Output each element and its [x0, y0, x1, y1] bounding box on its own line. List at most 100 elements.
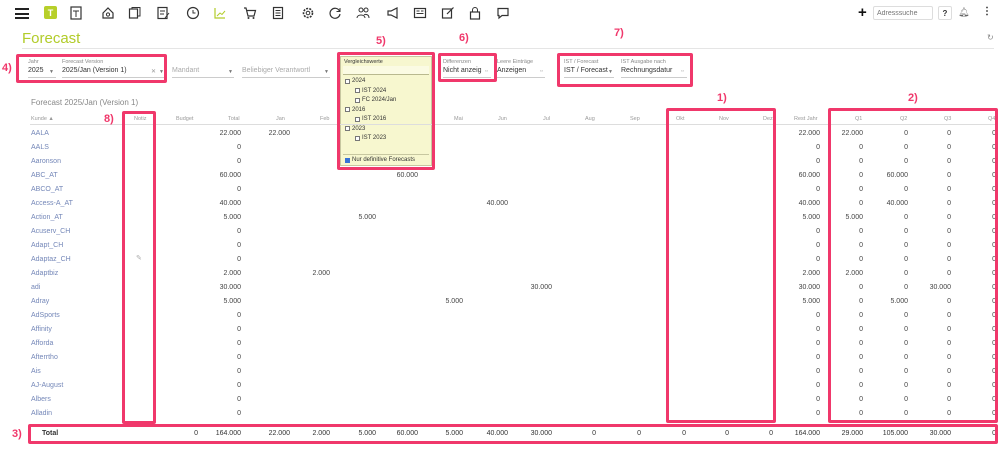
cell-total[interactable]: 60.000 [201, 172, 241, 179]
customer-link[interactable]: Alladin [31, 410, 52, 417]
bell-icon[interactable]: 🔔︎ [958, 7, 969, 18]
cell-total[interactable]: 0 [201, 312, 241, 319]
chart-icon[interactable] [213, 6, 227, 20]
customer-link[interactable]: AALS [31, 144, 49, 151]
help-button[interactable]: ? [938, 6, 952, 20]
customer-link[interactable]: adi [31, 284, 40, 291]
cell-rest[interactable]: 0 [780, 326, 820, 333]
edit-list-icon[interactable] [156, 6, 170, 20]
cell-rest[interactable]: 0 [780, 186, 820, 193]
cell-total[interactable]: 22.000 [201, 130, 241, 137]
cell-total[interactable]: 30.000 [201, 284, 241, 291]
customer-link[interactable]: ABC_AT [31, 172, 58, 179]
column-header-kunde[interactable]: Kunde ▲ [31, 116, 54, 122]
address-search-input[interactable] [873, 6, 933, 20]
cell-total[interactable]: 0 [201, 368, 241, 375]
cell-mai[interactable]: 5.000 [423, 298, 463, 305]
cell-rest[interactable]: 60.000 [780, 172, 820, 179]
cell-total[interactable]: 0 [201, 410, 241, 417]
lock-icon[interactable] [468, 6, 482, 20]
customer-link[interactable]: Action_AT [31, 214, 63, 221]
document-icon[interactable] [69, 6, 83, 20]
annotation-6: 6) [459, 32, 469, 44]
cell-total[interactable]: 0 [201, 144, 241, 151]
cell-rest[interactable]: 5.000 [780, 214, 820, 221]
cell-total[interactable]: 0 [201, 158, 241, 165]
cell-total[interactable]: 40.000 [201, 200, 241, 207]
customer-link[interactable]: Albers [31, 396, 51, 403]
cell-total[interactable]: 0 [201, 340, 241, 347]
cell-total[interactable]: 5.000 [201, 214, 241, 221]
app-logo[interactable]: T [44, 6, 57, 19]
cell-rest[interactable]: 0 [780, 396, 820, 403]
cell-rest[interactable]: 0 [780, 340, 820, 347]
cart-icon[interactable] [243, 6, 257, 20]
cell-total[interactable]: 0 [201, 256, 241, 263]
cell-total[interactable]: 0 [201, 396, 241, 403]
customer-link[interactable]: AJ-August [31, 382, 63, 389]
menu-icon[interactable] [15, 8, 29, 19]
customer-link[interactable]: ABCO_AT [31, 186, 63, 193]
cell-rest[interactable]: 40.000 [780, 200, 820, 207]
customer-link[interactable]: Adaptbiz [31, 270, 58, 277]
cell-total[interactable]: 5.000 [201, 298, 241, 305]
cell-rest[interactable]: 0 [780, 158, 820, 165]
highlight-box-3 [28, 424, 998, 444]
invoice-icon[interactable] [271, 6, 285, 20]
cell-total[interactable]: 0 [201, 186, 241, 193]
newspaper-icon[interactable] [413, 6, 427, 20]
customer-link[interactable]: Ais [31, 368, 41, 375]
cell-mar[interactable]: 5.000 [336, 214, 376, 221]
customer-link[interactable]: AdSports [31, 312, 60, 319]
users-icon[interactable] [356, 6, 370, 20]
customer-link[interactable]: Afforda [31, 340, 53, 347]
copy-icon[interactable] [128, 6, 142, 20]
cell-jan[interactable]: 22.000 [250, 130, 290, 137]
customer-link[interactable]: Access-A_AT [31, 200, 73, 207]
filter-mandant-placeholder: Mandant [172, 67, 200, 74]
cell-rest[interactable]: 0 [780, 228, 820, 235]
cell-total[interactable]: 0 [201, 228, 241, 235]
cell-total[interactable]: 0 [201, 382, 241, 389]
megaphone-icon[interactable] [386, 6, 400, 20]
cell-rest[interactable]: 22.000 [780, 130, 820, 137]
cell-rest[interactable]: 0 [780, 382, 820, 389]
cell-rest[interactable]: 0 [780, 242, 820, 249]
filter-underline [497, 77, 545, 78]
cell-feb[interactable]: 2.000 [290, 270, 330, 277]
customer-link[interactable]: Aaronson [31, 158, 61, 165]
more-menu-button[interactable]: ⋮ [982, 6, 992, 17]
cell-total[interactable]: 0 [201, 326, 241, 333]
cell-rest[interactable]: 5.000 [780, 298, 820, 305]
cell-rest[interactable]: 0 [780, 368, 820, 375]
column-header-jul: Jul [543, 116, 551, 122]
cell-jun[interactable]: 40.000 [468, 200, 508, 207]
add-button[interactable]: + [858, 4, 867, 21]
cell-total[interactable]: 2.000 [201, 270, 241, 277]
compose-icon[interactable] [441, 6, 455, 20]
cell-rest[interactable]: 0 [780, 144, 820, 151]
customer-link[interactable]: Adapt_CH [31, 242, 63, 249]
cell-mai[interactable]: 60.000 [378, 172, 418, 179]
cell-rest[interactable]: 30.000 [780, 284, 820, 291]
cell-total[interactable]: 0 [201, 242, 241, 249]
gear-icon[interactable] [301, 6, 315, 20]
customer-link[interactable]: Afterrtho [31, 354, 58, 361]
sync-icon[interactable] [328, 6, 342, 20]
chat-icon[interactable] [496, 6, 510, 20]
cell-total[interactable]: 0 [201, 354, 241, 361]
customer-link[interactable]: Acuserv_CH [31, 228, 70, 235]
customer-link[interactable]: AALA [31, 130, 49, 137]
customer-link[interactable]: Adray [31, 298, 49, 305]
clock-icon[interactable] [186, 6, 200, 20]
settings-house-icon[interactable] [101, 6, 115, 20]
cell-rest[interactable]: 0 [780, 312, 820, 319]
refresh-icon[interactable]: ↻ [987, 33, 994, 42]
cell-rest[interactable]: 0 [780, 354, 820, 361]
customer-link[interactable]: Adaptaz_CH [31, 256, 71, 263]
customer-link[interactable]: Affinity [31, 326, 52, 333]
cell-jul[interactable]: 30.000 [512, 284, 552, 291]
cell-rest[interactable]: 0 [780, 256, 820, 263]
cell-rest[interactable]: 2.000 [780, 270, 820, 277]
cell-rest[interactable]: 0 [780, 410, 820, 417]
